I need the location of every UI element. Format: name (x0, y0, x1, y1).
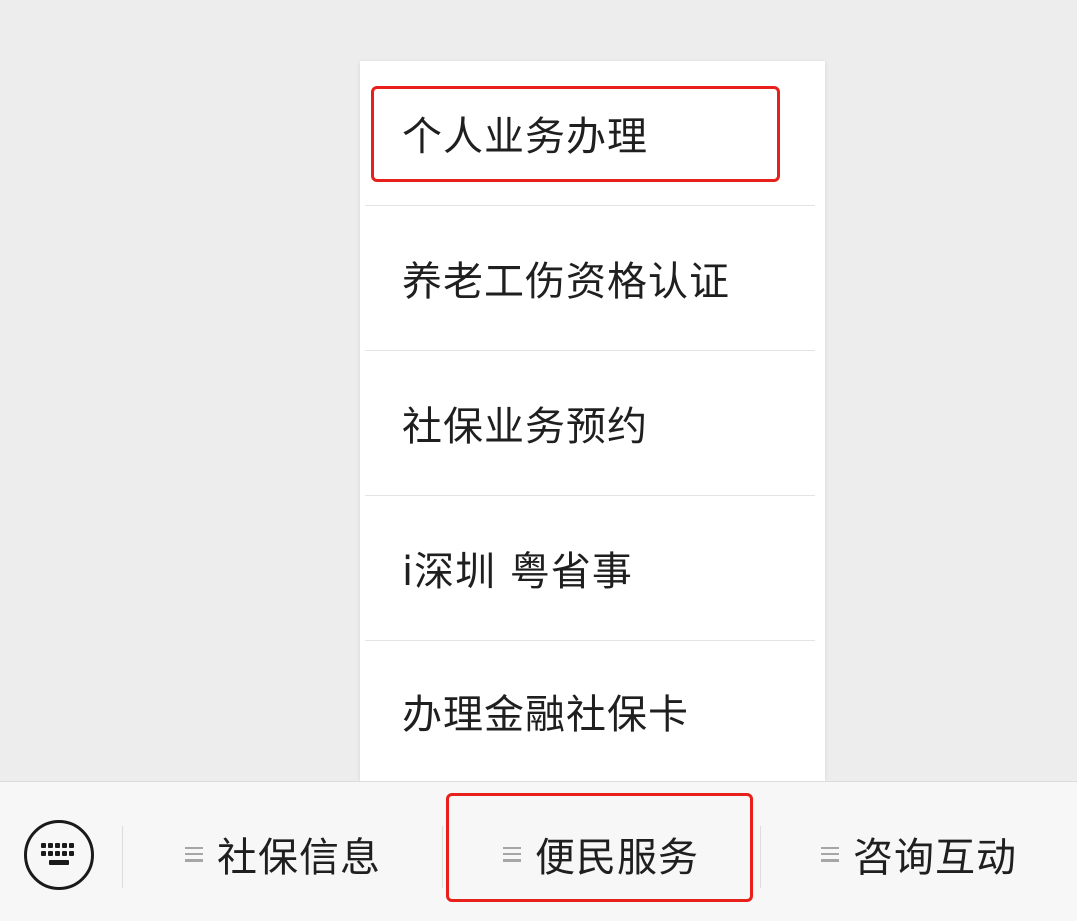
bottom-menu-bar: 社保信息 便民服务 咨询互动 (0, 781, 1077, 921)
submenu-item-label: 个人业务办理 (402, 114, 648, 160)
tab-consult-interact[interactable]: 咨询互动 (761, 812, 1077, 896)
submenu-item-label: 办理金融社保卡 (402, 692, 689, 738)
tab-convenience-services[interactable]: 便民服务 (443, 812, 759, 896)
menubar-divider (122, 826, 123, 888)
tab-social-security-info[interactable]: 社保信息 (124, 812, 442, 896)
keyboard-icon (41, 843, 74, 865)
submenu-item-label: 社保业务预约 (402, 404, 648, 450)
menu-lines-icon (185, 846, 203, 862)
submenu-item-label: 养老工伤资格认证 (402, 259, 730, 305)
submenu-item-social-security-appointment[interactable]: 社保业务预约 (360, 351, 825, 495)
tab-label: 社保信息 (217, 835, 381, 881)
tab-label: 便民服务 (535, 835, 699, 881)
submenu-item-pension-certification[interactable]: 养老工伤资格认证 (360, 206, 825, 350)
keyboard-toggle-button[interactable] (24, 820, 94, 890)
submenu-item-financial-card[interactable]: 办理金融社保卡 (360, 641, 825, 781)
submenu-item-label: i深圳 粤省事 (402, 549, 633, 595)
menu-lines-icon (821, 846, 839, 862)
menu-lines-icon (503, 846, 521, 862)
submenu-popup: 个人业务办理 养老工伤资格认证 社保业务预约 i深圳 粤省事 办理金融社保卡 (360, 61, 825, 781)
submenu-item-personal-business[interactable]: 个人业务办理 (360, 61, 825, 205)
submenu-item-ishenzhen[interactable]: i深圳 粤省事 (360, 496, 825, 640)
tab-label: 咨询互动 (853, 835, 1017, 881)
